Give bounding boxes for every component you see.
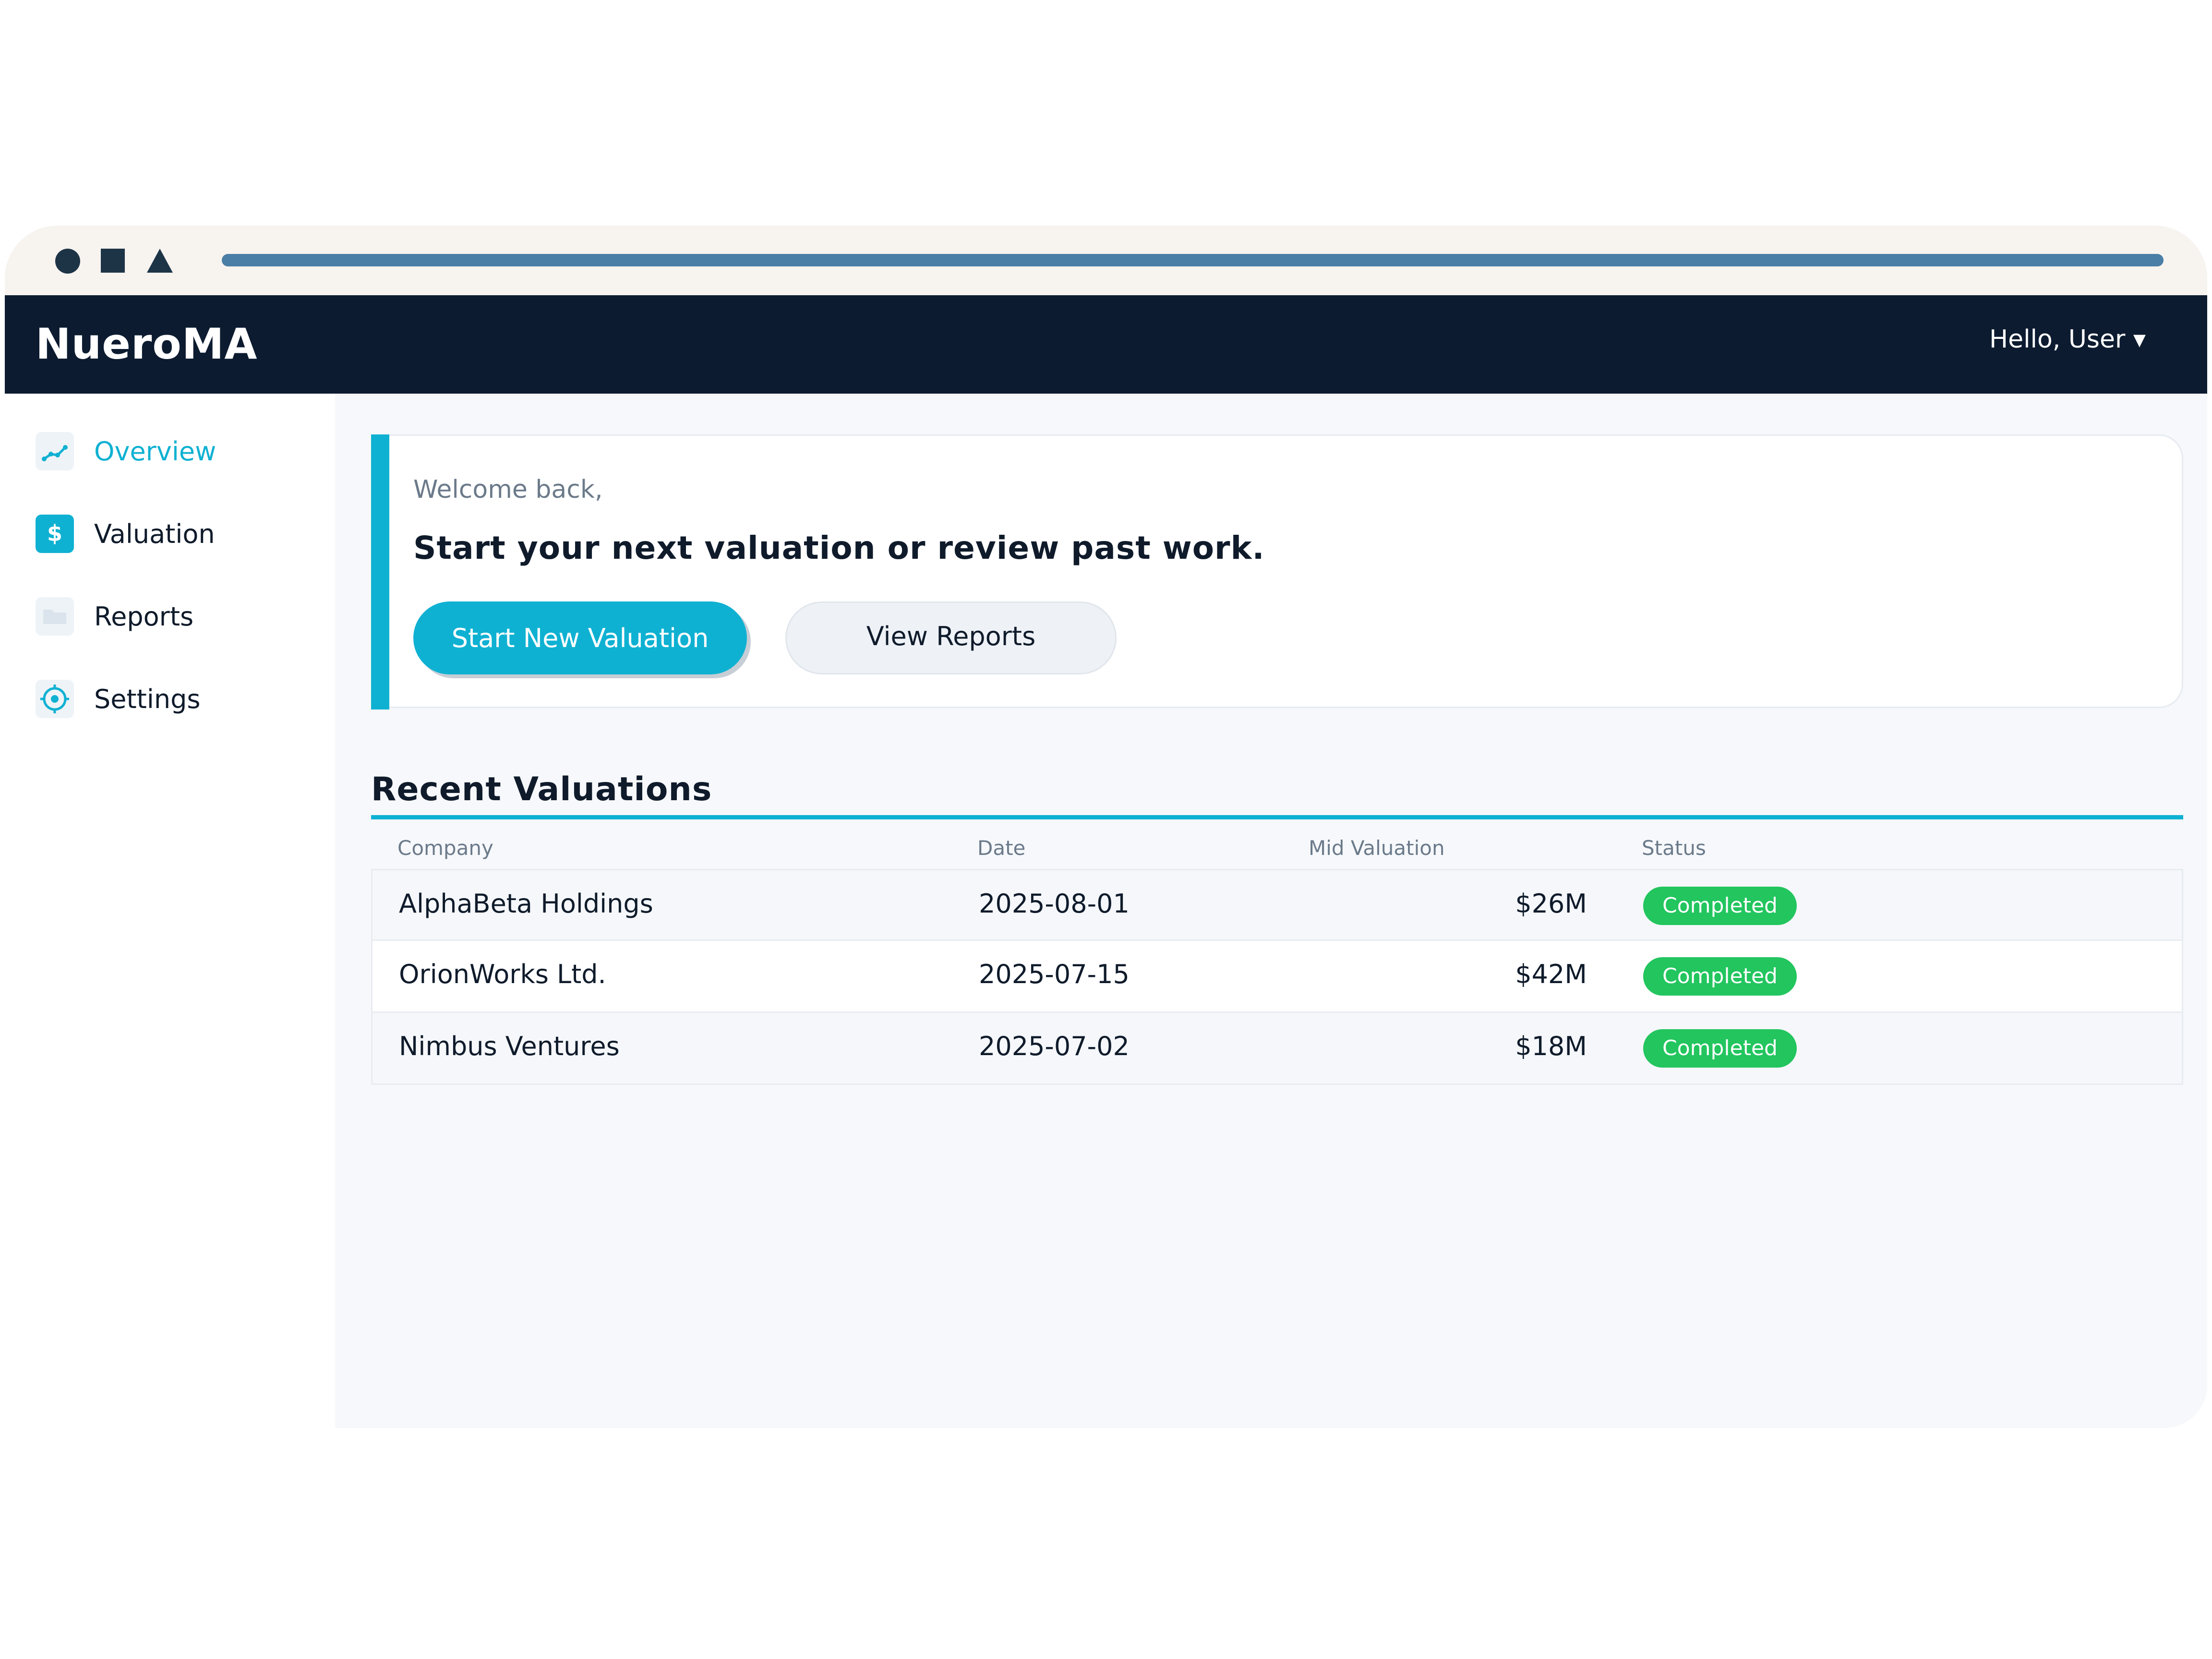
sidebar: Overview $ Valuation Reports Settings: [5, 394, 335, 1428]
date-cell: 2025-07-02: [979, 1031, 1130, 1061]
sidebar-item-valuation[interactable]: $ Valuation: [36, 512, 324, 555]
status-badge: Completed: [1643, 1029, 1797, 1068]
sidebar-item-label: Settings: [94, 684, 201, 714]
sidebar-item-label: Reports: [94, 601, 194, 632]
section-divider: [371, 815, 2183, 819]
folder-icon: [36, 597, 74, 636]
date-cell: 2025-07-15: [979, 959, 1130, 989]
view-reports-button[interactable]: View Reports: [785, 601, 1117, 674]
app-header: NueroMA Hello, User ▾: [5, 295, 2207, 394]
valuation-cell: $26M: [1515, 889, 1587, 919]
column-header-status[interactable]: Status: [1642, 836, 1706, 860]
valuation-cell: $42M: [1515, 959, 1587, 989]
table-row[interactable]: Nimbus Ventures 2025-07-02 $18M Complete…: [371, 1013, 2183, 1085]
dollar-icon: $: [36, 515, 74, 553]
card-accent: [371, 434, 389, 709]
sidebar-item-overview[interactable]: Overview: [36, 430, 324, 473]
gear-icon: [36, 680, 74, 718]
column-header-date[interactable]: Date: [977, 836, 1025, 860]
triangle-icon[interactable]: [147, 249, 173, 273]
window-chrome: [5, 226, 2207, 295]
table-row[interactable]: AlphaBeta Holdings 2025-08-01 $26M Compl…: [371, 869, 2183, 941]
company-cell: Nimbus Ventures: [399, 1031, 620, 1061]
square-icon[interactable]: [101, 249, 125, 273]
valuations-table: AlphaBeta Holdings 2025-08-01 $26M Compl…: [371, 869, 2183, 1085]
welcome-text: Welcome back,: [413, 475, 603, 504]
section-title: Recent Valuations: [371, 770, 712, 808]
valuation-cell: $18M: [1515, 1031, 1587, 1061]
status-badge: Completed: [1643, 957, 1797, 996]
table-row[interactable]: OrionWorks Ltd. 2025-07-15 $42M Complete…: [371, 941, 2183, 1013]
company-cell: AlphaBeta Holdings: [399, 889, 653, 919]
chart-line-icon: [36, 432, 74, 470]
user-menu[interactable]: Hello, User ▾: [1989, 325, 2146, 354]
start-new-valuation-button[interactable]: Start New Valuation: [413, 601, 747, 674]
sidebar-item-settings[interactable]: Settings: [36, 677, 324, 721]
address-bar[interactable]: [222, 254, 2164, 266]
sidebar-item-label: Overview: [94, 436, 216, 467]
sidebar-item-label: Valuation: [94, 519, 215, 549]
table-header: Company Date Mid Valuation Status: [371, 826, 2183, 869]
sidebar-item-reports[interactable]: Reports: [36, 595, 324, 638]
date-cell: 2025-08-01: [979, 889, 1130, 919]
column-header-mid-valuation[interactable]: Mid Valuation: [1309, 836, 1445, 860]
main-content: Welcome back, Start your next valuation …: [335, 394, 2207, 1428]
hero-headline: Start your next valuation or review past…: [413, 529, 1265, 566]
welcome-card: Welcome back, Start your next valuation …: [371, 434, 2183, 709]
column-header-company[interactable]: Company: [397, 836, 493, 860]
browser-window: NueroMA Hello, User ▾ Overview $ Valuati…: [5, 226, 2207, 1428]
circle-icon[interactable]: [55, 249, 80, 274]
status-badge: Completed: [1643, 887, 1797, 925]
app-logo: NueroMA: [36, 319, 258, 369]
company-cell: OrionWorks Ltd.: [399, 959, 606, 989]
